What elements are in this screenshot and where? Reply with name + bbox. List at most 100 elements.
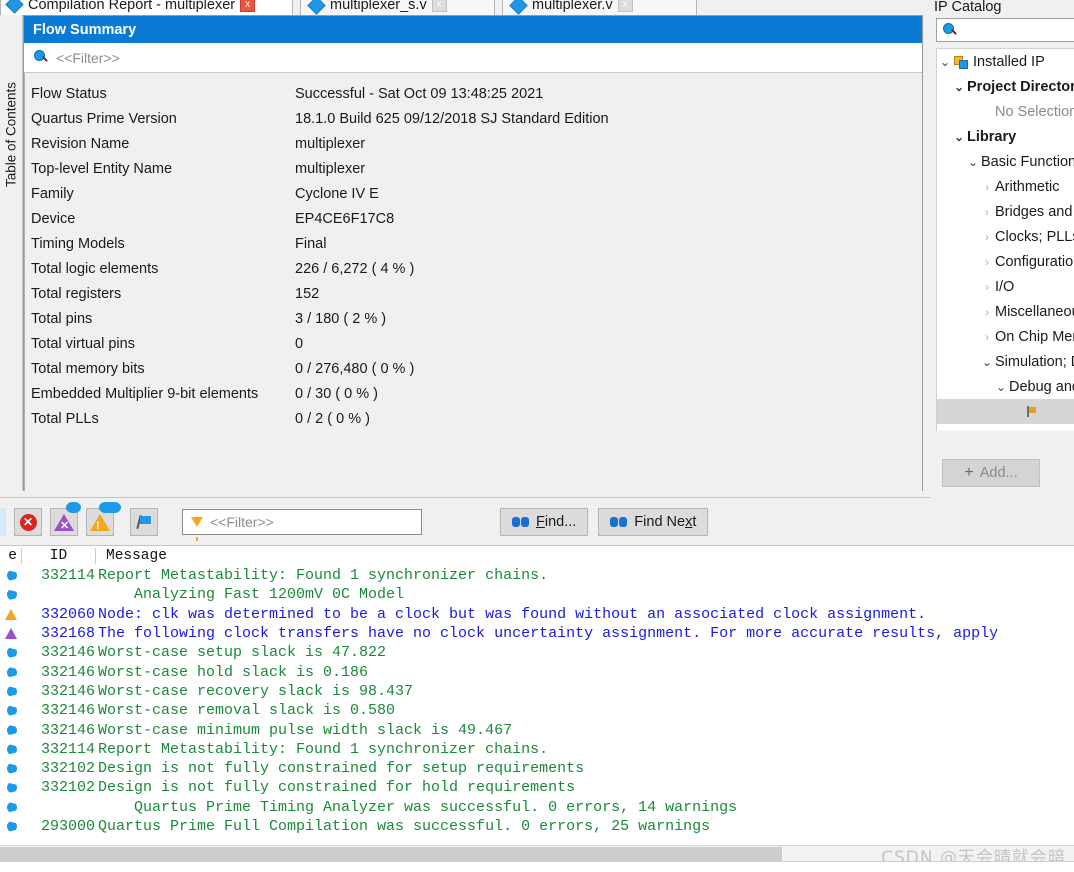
chevron-down-icon[interactable]: ⌄ bbox=[965, 155, 981, 169]
tab-multiplexer-s-v[interactable]: multiplexer_s.v x bbox=[300, 0, 495, 15]
ip-tree-node[interactable]: No Selection bbox=[937, 99, 1074, 124]
ip-tree-node[interactable]: ⌄ Basic Functions bbox=[937, 149, 1074, 174]
message-row[interactable]: 332168 The following clock transfers have… bbox=[0, 624, 1074, 643]
message-severity-icon bbox=[0, 685, 20, 697]
message-text: Quartus Prime Timing Analyzer was succes… bbox=[98, 798, 738, 816]
message-row[interactable]: 332060 Node: clk was determined to be a c… bbox=[0, 605, 1074, 624]
ip-catalog-search-input[interactable] bbox=[936, 18, 1074, 42]
info-icon bbox=[7, 724, 17, 736]
ip-tree-node-label: Simulation; Deb bbox=[995, 353, 1074, 370]
filter-critical-warnings-button[interactable]: ✕ bbox=[50, 502, 81, 536]
summary-row[interactable]: Top-level Entity Name multiplexer bbox=[25, 156, 922, 181]
message-row[interactable]: 332146 Worst-case removal slack is 0.580 bbox=[0, 701, 1074, 720]
message-row[interactable]: 332114 Report Metastability: Found 1 sync… bbox=[0, 740, 1074, 759]
message-row[interactable]: 332102 Design is not fully constrained fo… bbox=[0, 759, 1074, 778]
summary-row[interactable]: Flow Status Successful - Sat Oct 09 13:48… bbox=[25, 81, 922, 106]
ip-tree-node[interactable]: ›Configuration an bbox=[937, 249, 1074, 274]
message-row[interactable]: 332146 Worst-case hold slack is 0.186 bbox=[0, 662, 1074, 681]
tab-multiplexer-v[interactable]: multiplexer.v x bbox=[502, 0, 697, 15]
find-next-button[interactable]: Find Next bbox=[598, 508, 709, 536]
chevron-right-icon[interactable]: › bbox=[979, 330, 995, 344]
tab-compilation-report[interactable]: Compilation Report - multiplexer x bbox=[0, 0, 293, 15]
summary-row[interactable]: Device EP4CE6F17C8 bbox=[25, 206, 922, 231]
ip-tree-node[interactable]: ⌄ Library bbox=[937, 124, 1074, 149]
chevron-right-icon[interactable]: › bbox=[979, 305, 995, 319]
info-icon bbox=[7, 763, 17, 775]
messages-filter-input[interactable]: <<Filter>> bbox=[182, 509, 422, 541]
summary-row[interactable]: Total virtual pins 0 bbox=[25, 331, 922, 356]
table-of-contents-strip[interactable]: Table of Contents bbox=[0, 15, 23, 490]
ip-tree-node[interactable]: ⌄ Installed IP bbox=[937, 49, 1074, 74]
chevron-right-icon[interactable]: › bbox=[979, 180, 995, 194]
chevron-down-icon[interactable]: ⌄ bbox=[951, 80, 967, 94]
flag-icon bbox=[1023, 430, 1039, 431]
filter-errors-button[interactable]: ✕ bbox=[14, 508, 42, 536]
warning-count-badge bbox=[99, 502, 121, 513]
summary-row[interactable]: Total registers 152 bbox=[25, 281, 922, 306]
column-header-type: e bbox=[0, 548, 22, 564]
summary-row[interactable]: Total pins 3 / 180 ( 2 % ) bbox=[25, 306, 922, 331]
message-row[interactable]: 332102 Design is not fully constrained fo… bbox=[0, 778, 1074, 797]
chevron-right-icon[interactable]: › bbox=[979, 280, 995, 294]
summary-row-key: Timing Models bbox=[31, 235, 125, 252]
message-id: 332146 bbox=[40, 644, 95, 662]
chevron-down-icon[interactable]: ⌄ bbox=[993, 380, 1009, 394]
message-row[interactable]: 332146 Worst-case minimum pulse width sla… bbox=[0, 720, 1074, 739]
summary-row[interactable]: Total memory bits 0 / 276,480 ( 0 % ) bbox=[25, 356, 922, 381]
summary-row[interactable]: Timing Models Final bbox=[25, 231, 922, 256]
scrollbar-thumb[interactable] bbox=[0, 847, 782, 861]
chevron-down-icon[interactable]: ⌄ bbox=[979, 355, 995, 369]
summary-row-value: 18.1.0 Build 625 09/12/2018 SJ Standard … bbox=[295, 110, 609, 127]
summary-row[interactable]: Quartus Prime Version 18.1.0 Build 625 09… bbox=[25, 106, 922, 131]
ip-tree-node-label: Configuration an bbox=[995, 253, 1074, 270]
message-row[interactable]: 293000 Quartus Prime Full Compilation was… bbox=[0, 817, 1074, 836]
filter-flags-button[interactable] bbox=[130, 508, 158, 536]
tab-close-icon[interactable]: x bbox=[617, 0, 633, 12]
ip-tree-node[interactable]: ›On Chip Memory bbox=[937, 324, 1074, 349]
ip-catalog-panel: IP Catalog ⌄ Installed IP ⌄ Project Directo… bbox=[930, 0, 1074, 492]
message-row[interactable]: Analyzing Fast 1200mV 0C Model bbox=[0, 585, 1074, 604]
ip-tree-node[interactable] bbox=[937, 399, 1074, 424]
ip-tree-node-label: Clocks; PLLs and bbox=[995, 228, 1074, 245]
ip-catalog-tree: ⌄ Installed IP ⌄ Project Directory No Select… bbox=[936, 48, 1074, 431]
chevron-right-icon[interactable]: › bbox=[979, 205, 995, 219]
summary-row-value: Final bbox=[295, 235, 327, 252]
report-filter-input[interactable]: <<Filter>> bbox=[24, 43, 922, 73]
tab-close-icon[interactable]: x bbox=[240, 0, 256, 12]
summary-row[interactable]: Total PLLs 0 / 2 ( 0 % ) bbox=[25, 406, 922, 431]
toolbar-edge-marker bbox=[0, 508, 6, 536]
message-row[interactable]: Quartus Prime Timing Analyzer was succes… bbox=[0, 798, 1074, 817]
message-row[interactable]: 332146 Worst-case setup slack is 47.822 bbox=[0, 643, 1074, 662]
filter-warnings-button[interactable]: ! bbox=[86, 502, 121, 536]
summary-row-key: Embedded Multiplier 9-bit elements bbox=[31, 385, 259, 402]
messages-filter-placeholder: <<Filter>> bbox=[210, 514, 274, 530]
message-row[interactable]: 332114 Report Metastability: Found 1 sync… bbox=[0, 566, 1074, 585]
ip-tree-node[interactable]: › Arithmetic bbox=[937, 174, 1074, 199]
tab-close-icon[interactable]: x bbox=[431, 0, 447, 12]
chevron-right-icon[interactable]: › bbox=[979, 230, 995, 244]
message-severity-icon bbox=[0, 589, 20, 601]
message-severity-icon bbox=[0, 782, 20, 794]
ip-tree-node[interactable]: ›Miscellaneous bbox=[937, 299, 1074, 324]
message-severity-icon bbox=[0, 821, 20, 832]
summary-row[interactable]: Embedded Multiplier 9-bit elements 0 / 30… bbox=[25, 381, 922, 406]
add-ip-button[interactable]: + Add... bbox=[942, 459, 1040, 487]
summary-row[interactable]: Family Cyclone IV E bbox=[25, 181, 922, 206]
chevron-right-icon[interactable]: › bbox=[979, 255, 995, 269]
ip-tree-node[interactable] bbox=[937, 424, 1074, 431]
ip-tree-node-label: Arithmetic bbox=[995, 178, 1060, 195]
ip-tree-node[interactable]: ⌄Debug and Pe bbox=[937, 374, 1074, 399]
ip-tree-node[interactable]: › I/O bbox=[937, 274, 1074, 299]
message-row[interactable]: 332146 Worst-case recovery slack is 98.43… bbox=[0, 682, 1074, 701]
info-icon bbox=[7, 589, 17, 601]
ip-tree-node[interactable]: ›Clocks; PLLs and bbox=[937, 224, 1074, 249]
ip-tree-node[interactable]: ›Bridges and Ada bbox=[937, 199, 1074, 224]
find-button[interactable]: Find... bbox=[500, 508, 589, 536]
summary-row[interactable]: Total logic elements 226 / 6,272 ( 4 % ) bbox=[25, 256, 922, 281]
summary-row-value: 0 bbox=[295, 335, 304, 352]
ip-tree-node[interactable]: ⌄ Project Directory bbox=[937, 74, 1074, 99]
ip-tree-node[interactable]: ⌄Simulation; Deb bbox=[937, 349, 1074, 374]
chevron-down-icon[interactable]: ⌄ bbox=[951, 130, 967, 144]
chevron-down-icon[interactable]: ⌄ bbox=[937, 55, 953, 69]
summary-row[interactable]: Revision Name multiplexer bbox=[25, 131, 922, 156]
